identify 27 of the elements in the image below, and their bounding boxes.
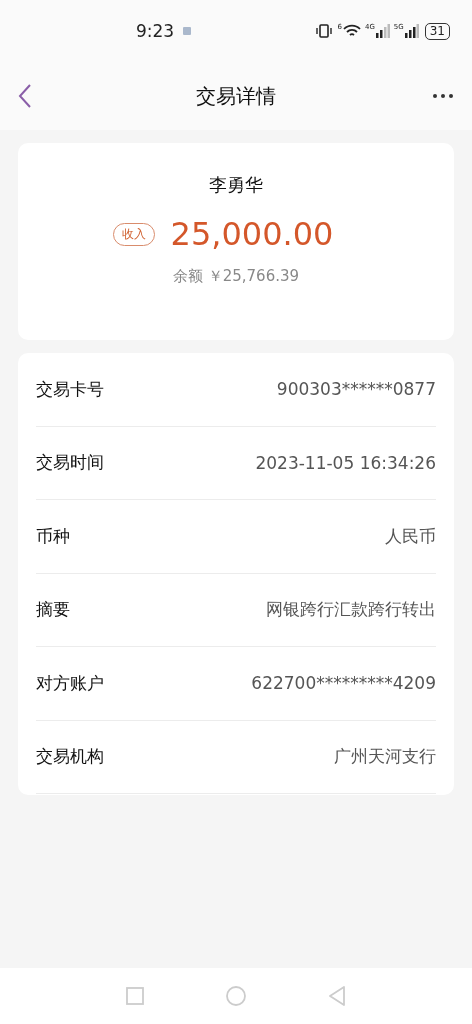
amount: 25,000.00	[170, 215, 334, 253]
recents-icon[interactable]	[126, 987, 144, 1005]
payee-name: 李勇华	[209, 173, 263, 197]
field-label: 交易时间	[36, 451, 104, 475]
field-value: 900303******0877	[276, 379, 436, 400]
signal-icon	[375, 24, 390, 38]
status-time: 9:23	[136, 21, 175, 41]
back-icon[interactable]	[18, 84, 32, 108]
field-value: 622700*********4209	[251, 673, 436, 694]
home-icon[interactable]	[226, 986, 246, 1006]
field-value: 2023-11-05 16:34:26	[255, 452, 436, 473]
page-title: 交易详情	[196, 82, 276, 110]
field-label: 交易卡号	[36, 377, 104, 401]
more-icon[interactable]	[432, 93, 454, 99]
field-label: 对方账户	[36, 671, 104, 695]
field-value: 网银跨行汇款跨行转出	[266, 598, 436, 622]
field-label: 币种	[36, 524, 70, 548]
field-value: 人民币	[385, 524, 436, 548]
signal-icon	[404, 24, 419, 38]
field-label: 交易机构	[36, 745, 104, 769]
field-label: 摘要	[36, 598, 70, 622]
nfc-icon	[182, 26, 193, 36]
balance-text: 余额 ￥25,766.39	[172, 267, 300, 286]
vibrate-icon	[315, 24, 334, 38]
wifi-icon	[342, 24, 361, 38]
battery-level: 31	[424, 22, 450, 40]
field-value: 广州天河支行	[334, 745, 436, 769]
